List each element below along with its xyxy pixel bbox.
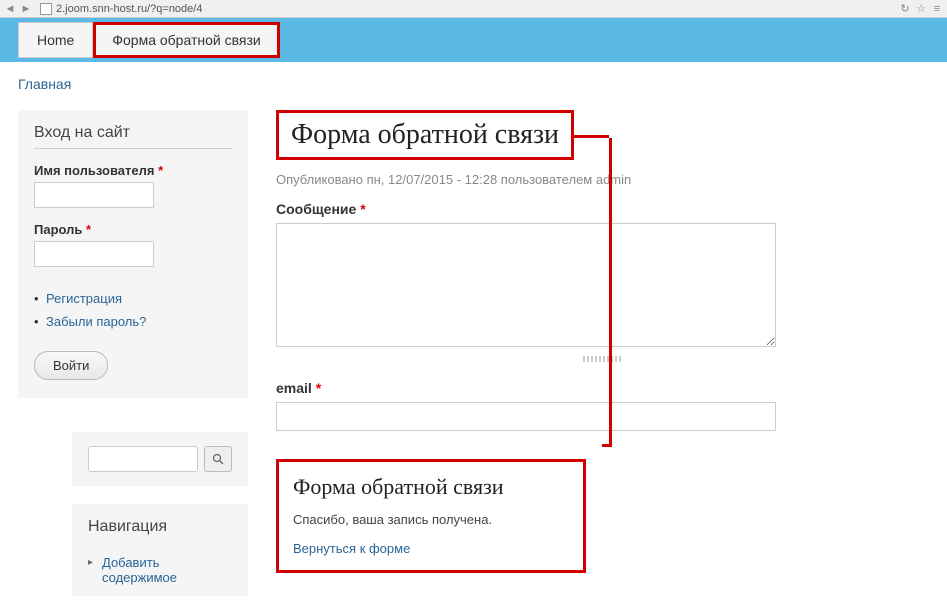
browser-back-icon[interactable]: ◄ [4, 3, 16, 15]
success-block: Форма обратной связи Спасибо, ваша запис… [276, 459, 586, 573]
email-label: email * [276, 380, 929, 396]
login-button[interactable]: Войти [34, 351, 108, 380]
success-message: Спасибо, ваша запись получена. [293, 512, 569, 527]
navigation-title: Навигация [88, 518, 232, 542]
username-input[interactable] [34, 182, 154, 208]
browser-forward-icon[interactable]: ► [20, 3, 32, 15]
return-to-form-link[interactable]: Вернуться к форме [293, 541, 410, 556]
main-content: Форма обратной связи Опубликовано пн, 12… [276, 110, 929, 596]
url-text[interactable]: 2.joom.snn-host.ru/?q=node/4 [56, 3, 202, 15]
navigation-block: Навигация Добавить содержимое [72, 504, 248, 596]
page-title: Форма обратной связи [276, 110, 574, 160]
nav-home[interactable]: Home [18, 22, 93, 58]
email-input[interactable] [276, 402, 776, 431]
message-label: Сообщение * [276, 201, 929, 217]
add-content-link[interactable]: Добавить содержимое [102, 555, 177, 585]
search-input[interactable] [88, 446, 198, 472]
search-button[interactable] [204, 446, 232, 472]
browser-address-bar: ◄ ► 2.joom.snn-host.ru/?q=node/4 ↻ ☆ ≡ [0, 0, 947, 18]
password-input[interactable] [34, 241, 154, 267]
sidebar: Вход на сайт Имя пользователя * Пароль *… [18, 110, 248, 596]
username-label: Имя пользователя * [34, 163, 232, 178]
forgot-password-link[interactable]: Забыли пароль? [46, 314, 146, 329]
breadcrumb[interactable]: Главная [18, 76, 929, 92]
page-icon [40, 3, 52, 15]
publish-meta: Опубликовано пн, 12/07/2015 - 12:28 поль… [276, 172, 929, 187]
message-textarea[interactable] [276, 223, 776, 347]
refresh-icon[interactable]: ↻ [899, 3, 911, 15]
search-block [72, 432, 248, 486]
register-link[interactable]: Регистрация [46, 291, 122, 306]
menu-icon[interactable]: ≡ [931, 3, 943, 15]
main-navbar: Home Форма обратной связи [0, 18, 947, 62]
textarea-resize-handle[interactable] [583, 356, 623, 362]
bookmark-icon[interactable]: ☆ [915, 3, 927, 15]
search-icon [212, 453, 224, 465]
login-title: Вход на сайт [34, 124, 232, 149]
login-block: Вход на сайт Имя пользователя * Пароль *… [18, 110, 248, 398]
nav-feedback[interactable]: Форма обратной связи [93, 22, 279, 58]
password-label: Пароль * [34, 222, 232, 237]
success-title: Форма обратной связи [293, 474, 569, 500]
